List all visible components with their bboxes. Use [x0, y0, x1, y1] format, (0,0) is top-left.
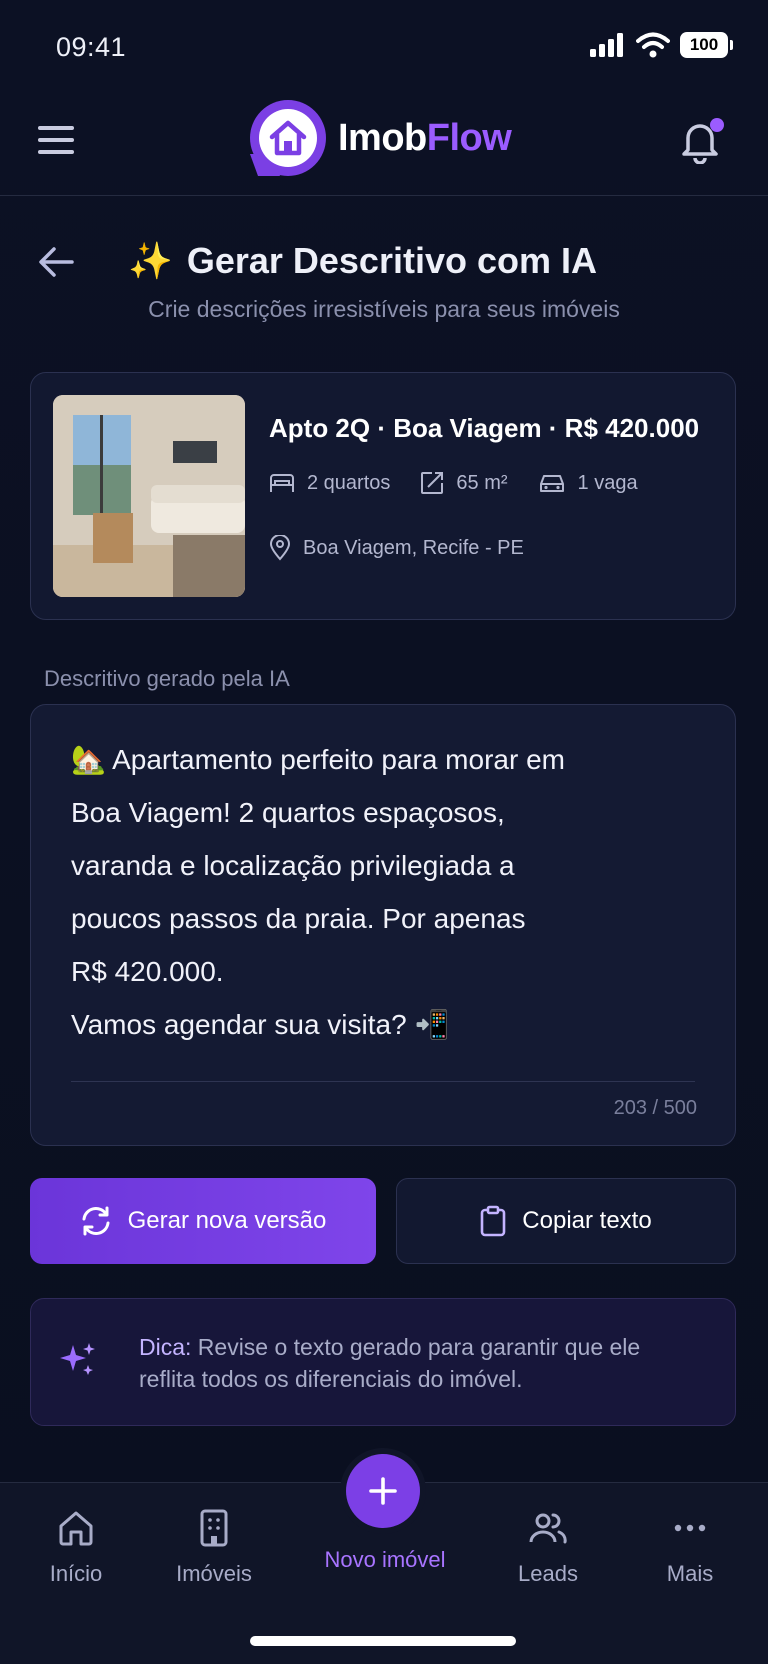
- spec-area: 65 m²: [420, 471, 508, 495]
- logo-text: ImobFlow: [338, 116, 512, 159]
- nav-item-inicio[interactable]: Início: [16, 1503, 136, 1587]
- app-logo: ImobFlow: [250, 100, 512, 176]
- character-counter: 203 / 500: [613, 1097, 697, 1119]
- menu-icon: [38, 126, 74, 130]
- description-label: Descritivo gerado pela IA: [44, 666, 290, 691]
- back-button[interactable]: [38, 246, 78, 282]
- app-header: ImobFlow: [0, 92, 768, 196]
- building-icon: [154, 1503, 274, 1553]
- property-title: Apto 2Q · Boa Viagem · R$ 420.000: [269, 413, 700, 443]
- description-divider: [71, 1081, 695, 1082]
- tip-text: Dica: Revise o texto gerado para garanti…: [139, 1334, 641, 1392]
- app-screen: 09:41 100 ImobFlow ✨ Gerar Descritivo co…: [0, 0, 768, 1664]
- property-card[interactable]: Apto 2Q · Boa Viagem · R$ 420.000 2 quar…: [30, 372, 736, 620]
- status-icons: 100: [590, 32, 733, 58]
- refresh-icon: [82, 1206, 110, 1236]
- signal-icon: [590, 33, 623, 57]
- status-time: 09:41: [56, 32, 127, 62]
- wifi-icon: [636, 32, 670, 58]
- spec-parking: 1 vaga: [538, 471, 638, 495]
- description-text[interactable]: 🏡 Apartamento perfeito para morar em Boa…: [71, 733, 695, 1051]
- users-icon: [488, 1503, 608, 1553]
- menu-button[interactable]: [38, 126, 78, 162]
- regenerate-button[interactable]: Gerar nova versão: [30, 1178, 376, 1264]
- page-title: ✨ Gerar Descritivo com IA: [128, 240, 597, 282]
- nav-item-mais[interactable]: Mais: [630, 1503, 750, 1587]
- notifications-button[interactable]: [680, 118, 724, 166]
- property-specs: 2 quartos 65 m² 1 vaga: [269, 471, 638, 495]
- status-bar: 09:41 100: [0, 0, 768, 92]
- property-location: Boa Viagem, Recife - PE: [269, 535, 524, 561]
- battery-indicator: 100: [680, 32, 733, 58]
- clipboard-icon: [480, 1205, 506, 1237]
- description-textarea[interactable]: 🏡 Apartamento perfeito para morar em Boa…: [30, 704, 736, 1146]
- add-property-button[interactable]: [346, 1454, 420, 1528]
- map-pin-icon: [269, 535, 291, 561]
- sparkles-icon: ✨: [128, 240, 173, 281]
- logo-icon: [250, 100, 326, 176]
- nav-item-leads[interactable]: Leads: [488, 1503, 608, 1587]
- notification-badge: [710, 118, 724, 132]
- nav-item-novo-imovel[interactable]: Novo imóvel: [314, 1547, 456, 1573]
- nav-item-imoveis[interactable]: Imóveis: [154, 1503, 274, 1587]
- spec-bedrooms: 2 quartos: [269, 471, 390, 495]
- area-icon: [421, 472, 444, 494]
- property-photo: [53, 395, 245, 597]
- car-icon: [539, 475, 564, 492]
- bed-icon: [270, 474, 294, 492]
- arrow-left-icon: [39, 247, 74, 277]
- page-title-text: Gerar Descritivo com IA: [186, 240, 597, 281]
- home-indicator: [250, 1636, 516, 1646]
- home-icon: [16, 1503, 136, 1553]
- more-icon: [630, 1503, 750, 1553]
- copy-text-button[interactable]: Copiar texto: [396, 1178, 736, 1264]
- sparkle-icon: [57, 1339, 99, 1386]
- page-subtitle: Crie descrições irresistíveis para seus …: [148, 296, 620, 322]
- tip-box: Dica: Revise o texto gerado para garanti…: [30, 1298, 736, 1426]
- plus-icon: [369, 1477, 397, 1505]
